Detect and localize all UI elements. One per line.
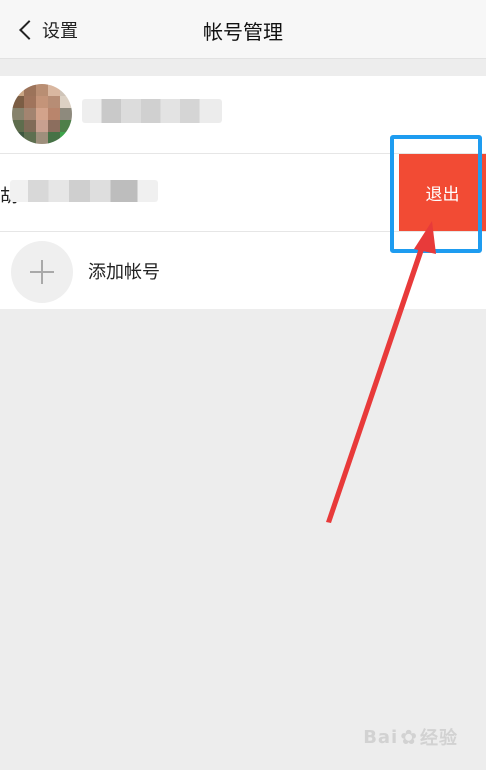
paw-icon: ✿: [400, 725, 418, 749]
watermark-text-right: 经验: [420, 728, 458, 749]
watermark-text-left: Bai: [363, 726, 399, 748]
watermark: Bai ✿ 经验: [363, 724, 458, 750]
annotation-arrow-icon: [326, 221, 436, 523]
